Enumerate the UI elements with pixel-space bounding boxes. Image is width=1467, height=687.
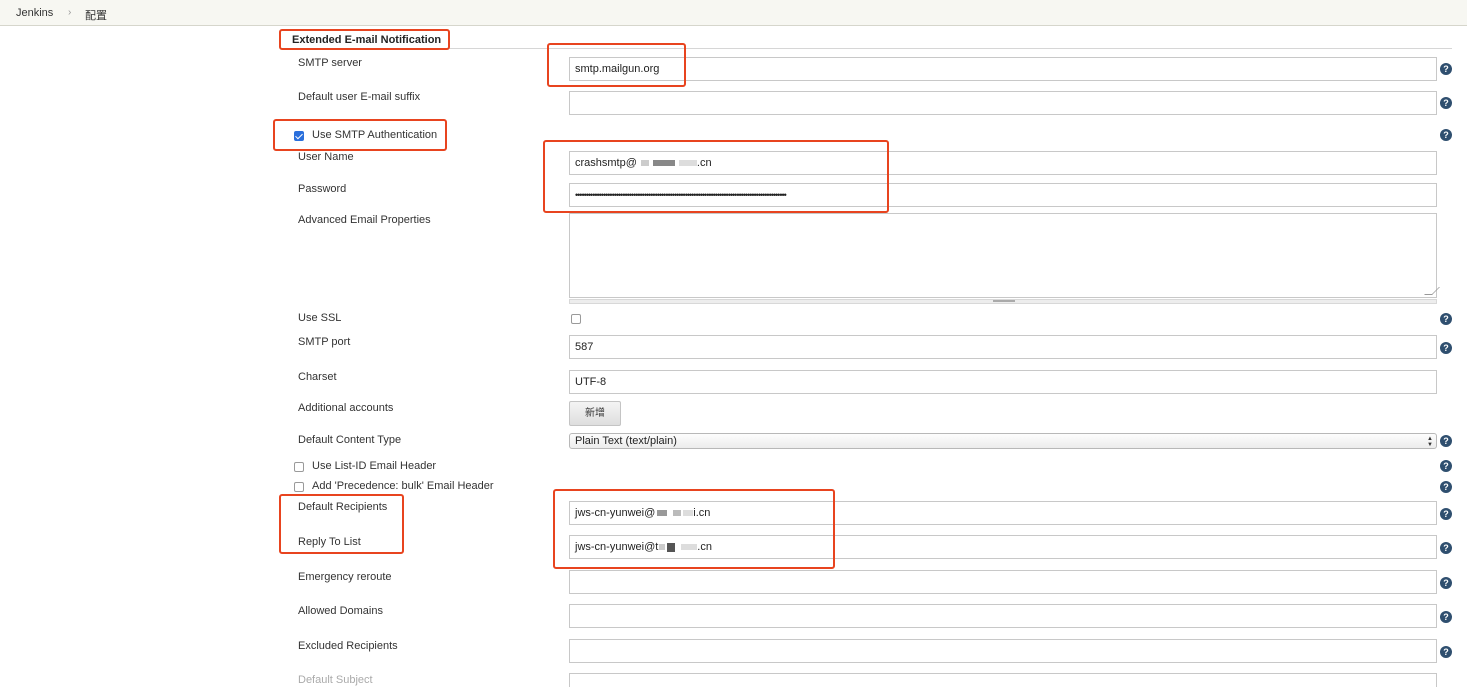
password-label: Password xyxy=(298,183,347,195)
use-smtp-auth-checkbox[interactable] xyxy=(294,131,304,141)
excluded-recipients-label: Excluded Recipients xyxy=(298,640,398,652)
smtp-port-help-icon[interactable]: ? xyxy=(1440,342,1452,354)
emergency-reroute-label: Emergency reroute xyxy=(298,571,392,583)
select-arrows-icon: ▲ ▼ xyxy=(1427,436,1433,448)
user-name-value-prefix: crashsmtp@ xyxy=(575,157,637,169)
list-id-header-label: Use List-ID Email Header xyxy=(312,460,437,472)
precedence-header-help-icon[interactable]: ? xyxy=(1440,481,1452,493)
default-recipients-help-icon[interactable]: ? xyxy=(1440,508,1452,520)
add-account-button[interactable]: 新增 xyxy=(569,401,621,426)
default-suffix-label: Default user E-mail suffix xyxy=(298,91,421,103)
section-title: Extended E-mail Notification xyxy=(292,34,442,46)
emergency-reroute-input[interactable] xyxy=(569,570,1437,594)
excluded-recipients-input[interactable] xyxy=(569,639,1437,663)
redaction-mark xyxy=(657,510,668,517)
allowed-domains-help-icon[interactable]: ? xyxy=(1440,611,1452,623)
content-type-help-icon[interactable]: ? xyxy=(1440,435,1452,447)
charset-input[interactable] xyxy=(569,370,1437,394)
redaction-mark xyxy=(681,544,698,551)
redaction-mark xyxy=(640,160,649,167)
additional-accounts-label: Additional accounts xyxy=(298,402,394,414)
allowed-domains-label: Allowed Domains xyxy=(298,605,383,617)
breadcrumb-current[interactable]: 配置 xyxy=(85,7,107,23)
smtp-server-input[interactable] xyxy=(569,57,1437,81)
default-suffix-input[interactable] xyxy=(569,91,1437,115)
content-type-selected: Plain Text (text/plain) xyxy=(575,435,677,447)
default-recipients-value-prefix: jws-cn-yunwei@ xyxy=(575,507,656,519)
default-recipients-label: Default Recipients xyxy=(298,501,388,513)
excluded-recipients-help-icon[interactable]: ? xyxy=(1440,646,1452,658)
smtp-port-input[interactable] xyxy=(569,335,1437,359)
redaction-mark xyxy=(667,542,676,552)
reply-to-value-suffix: .cn xyxy=(697,541,712,553)
breadcrumb: Jenkins › 配置 xyxy=(0,0,1467,26)
allowed-domains-input[interactable] xyxy=(569,604,1437,628)
reply-to-help-icon[interactable]: ? xyxy=(1440,542,1452,554)
redaction-mark xyxy=(673,510,682,517)
reply-to-value-prefix: jws-cn-yunwei@t xyxy=(575,541,659,553)
user-name-input[interactable]: crashsmtp@ .cn xyxy=(569,151,1437,175)
use-ssl-label: Use SSL xyxy=(298,312,342,324)
content-type-label: Default Content Type xyxy=(298,434,402,446)
use-ssl-help-icon[interactable]: ? xyxy=(1440,313,1452,325)
redaction-mark xyxy=(652,160,675,167)
smtp-server-label: SMTP server xyxy=(298,57,362,69)
reply-to-input[interactable]: jws-cn-yunwei@t .cn xyxy=(569,535,1437,559)
default-recipients-input[interactable]: jws-cn-yunwei@ i.cn xyxy=(569,501,1437,525)
redaction-mark xyxy=(659,544,666,551)
breadcrumb-jenkins-link[interactable]: Jenkins xyxy=(16,7,53,19)
smtp-port-label: SMTP port xyxy=(298,336,351,348)
charset-label: Charset xyxy=(298,371,337,383)
smtp-server-help-icon[interactable]: ? xyxy=(1440,63,1452,75)
list-id-header-checkbox[interactable] xyxy=(294,462,304,472)
section-header: Extended E-mail Notification xyxy=(285,32,1452,49)
emergency-reroute-help-icon[interactable]: ? xyxy=(1440,577,1452,589)
advanced-props-textarea[interactable] xyxy=(569,213,1437,298)
advanced-props-label: Advanced Email Properties xyxy=(298,214,431,226)
default-subject-label: Default Subject xyxy=(298,674,373,686)
default-recipients-value-suffix: i.cn xyxy=(693,507,711,519)
use-smtp-auth-label: Use SMTP Authentication xyxy=(312,129,438,141)
precedence-header-label: Add 'Precedence: bulk' Email Header xyxy=(312,480,494,492)
default-suffix-help-icon[interactable]: ? xyxy=(1440,97,1452,109)
use-smtp-auth-help-icon[interactable]: ? xyxy=(1440,129,1452,141)
password-input[interactable]: ••••••••••••••••••••••••••••••••••••••••… xyxy=(569,183,1437,207)
resize-grip xyxy=(993,300,1015,302)
breadcrumb-separator: › xyxy=(68,7,72,18)
precedence-header-checkbox[interactable] xyxy=(294,482,304,492)
redaction-mark xyxy=(683,510,694,517)
user-name-label: User Name xyxy=(298,151,354,163)
user-name-value-suffix: .cn xyxy=(696,157,712,169)
reply-to-label: Reply To List xyxy=(298,536,361,548)
use-ssl-checkbox[interactable] xyxy=(571,314,581,324)
default-subject-input[interactable] xyxy=(569,673,1437,687)
list-id-header-help-icon[interactable]: ? xyxy=(1440,460,1452,472)
redaction-mark xyxy=(678,160,697,167)
content-type-select[interactable]: Plain Text (text/plain) ▲ ▼ xyxy=(569,433,1437,449)
password-value: ••••••••••••••••••••••••••••••••••••••••… xyxy=(575,190,787,200)
